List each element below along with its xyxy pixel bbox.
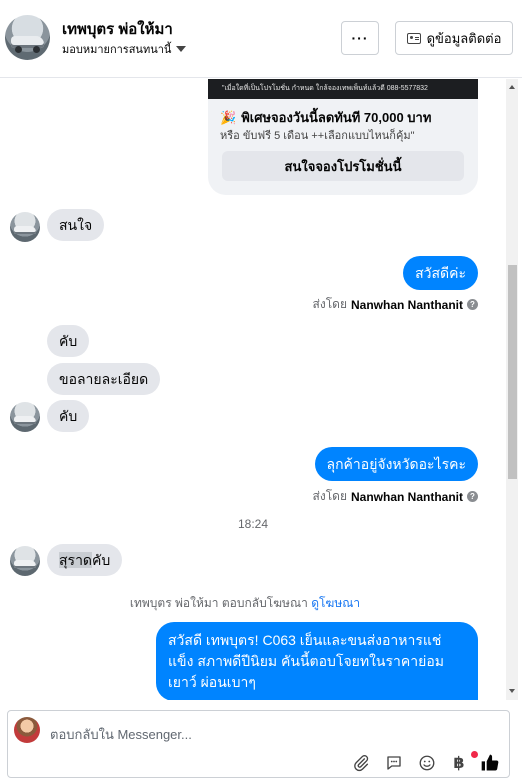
incoming-message[interactable]: คับ	[47, 325, 90, 357]
view-ad-link[interactable]: ดูโฆษณา	[311, 596, 360, 610]
car-image	[14, 560, 36, 568]
emoji-icon[interactable]	[417, 753, 437, 773]
outgoing-message[interactable]: ลุกค้าอยู่จังหวัดอะไรคะ	[314, 447, 478, 481]
conversation-header: เทพบุตร พ่อให้มา มอบหมายการสนทนานี้ ··· …	[0, 0, 522, 78]
page-avatar	[14, 717, 40, 743]
saved-replies-icon[interactable]	[384, 753, 404, 773]
reply-input[interactable]: ตอบกลับใน Messenger...	[50, 724, 192, 745]
car-image	[14, 416, 36, 424]
sender-name: Nanwhan Nanthanit	[350, 297, 463, 312]
assign-conversation[interactable]: มอบหมายการสนทนานี้	[62, 40, 187, 58]
assign-label: มอบหมายการสนทนานี้	[62, 44, 172, 56]
ad-reply-text: เทพบุตร พ่อให้มา ตอบกลับโฆษณา	[129, 596, 308, 610]
sender-name: Nanwhan Nanthanit	[350, 489, 463, 504]
ad-reply-notice: เทพบุตร พ่อให้มา ตอบกลับโฆษณา ดูโฆษณา	[0, 594, 490, 613]
sent-by-label: ส่งโดย	[312, 489, 347, 503]
help-icon[interactable]: ?	[467, 491, 478, 502]
incoming-message[interactable]: สนใจ	[47, 209, 105, 241]
contact-card-icon	[406, 32, 421, 44]
incoming-message[interactable]: คับ	[47, 400, 90, 432]
timestamp: 18:24	[237, 517, 269, 531]
sender-avatar[interactable]	[10, 402, 40, 432]
scrollbar[interactable]	[506, 79, 518, 700]
outgoing-message[interactable]: สวัสดี เทพบุตร! C063 เย็นและขนส่งอาหารแช…	[156, 622, 478, 700]
car-image	[14, 226, 36, 234]
view-contact-button[interactable]: ดูข้อมูลติดต่อ	[395, 21, 513, 55]
contact-avatar[interactable]	[5, 15, 50, 60]
incoming-message[interactable]: ขอลายละเอียด	[47, 363, 161, 395]
sent-by-label: ส่งโดย	[312, 297, 347, 311]
view-contact-label: ดูข้อมูลติดต่อ	[426, 30, 502, 46]
promo-title: 🎉 พิเศษจองวันนี้ลดทันที 70,000 บาท	[220, 107, 431, 128]
wheel	[15, 46, 22, 53]
help-icon[interactable]: ?	[467, 299, 478, 310]
ad-promo-card: "เมื่อใดที่เป็นโปรโมชั่น กำหนด ใกล้จองเท…	[208, 79, 478, 195]
scroll-thumb[interactable]	[508, 265, 517, 479]
caret-down-icon	[176, 46, 187, 52]
promo-subtitle: หรือ ขับฟรี 5 เดือน ++เลือกแบบไหนก็คุ้ม"	[220, 130, 415, 142]
scroll-down-arrow-icon[interactable]	[509, 689, 515, 693]
promo-image[interactable]: "เมื่อใดที่เป็นโปรโมชั่น กำหนด ใกล้จองเท…	[208, 79, 478, 99]
more-options-button[interactable]: ···	[341, 21, 379, 55]
sent-by-info: ส่งโดย Nanwhan Nanthanit ?	[313, 295, 478, 314]
book-promo-button[interactable]: สนใจจองโปรโมชั่นนี้	[222, 151, 464, 181]
baht-payment-icon[interactable]: ฿	[449, 753, 469, 773]
message-text: คับ	[92, 552, 111, 568]
message-thread[interactable]: "เมื่อใดที่เป็นโปรโมชั่น กำหนด ใกล้จองเท…	[0, 79, 506, 700]
message-composer[interactable]: ตอบกลับใน Messenger... ฿	[7, 710, 510, 778]
attachment-icon[interactable]	[351, 753, 371, 773]
contact-name[interactable]: เทพบุตร พ่อให้มา	[62, 17, 173, 41]
like-thumb-icon[interactable]	[480, 753, 500, 773]
incoming-message[interactable]: สุราดคับ	[47, 544, 123, 576]
party-popper-icon: 🎉	[220, 109, 237, 125]
notification-dot	[471, 751, 478, 758]
sent-by-info: ส่งโดย Nanwhan Nanthanit ?	[313, 487, 478, 506]
selected-text: สุราด	[59, 552, 93, 568]
scroll-up-arrow-icon[interactable]	[509, 85, 515, 89]
sender-avatar[interactable]	[10, 212, 40, 242]
wheel	[33, 46, 40, 53]
outgoing-message[interactable]: สวัสดีค่ะ	[403, 256, 478, 290]
promo-title-text: พิเศษจองวันนี้ลดทันที 70,000 บาท	[241, 110, 432, 125]
sender-avatar[interactable]	[10, 546, 40, 576]
